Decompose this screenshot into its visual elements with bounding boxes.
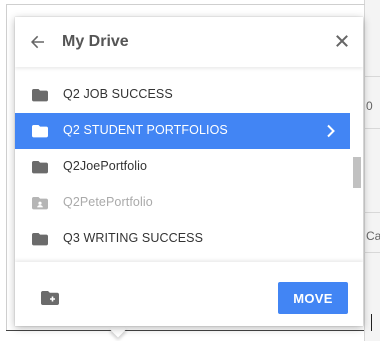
close-icon	[336, 35, 348, 47]
new-folder-icon	[41, 291, 59, 305]
folder-row-q2-job-success[interactable]: Q2 JOB SUCCESS	[15, 77, 350, 113]
folder-label: Q2 JOB SUCCESS	[63, 87, 173, 101]
page: 0 Ca My Drive Q2 JOB SUCCESS Q2 STUDENT …	[0, 0, 380, 341]
folder-label: Q2PetePortfolio	[63, 195, 153, 209]
text-cursor	[371, 314, 372, 331]
chevron-right-icon[interactable]	[324, 123, 338, 139]
move-to-dialog: My Drive Q2 JOB SUCCESS Q2 STUDENT PORTF…	[15, 17, 363, 326]
folder-label: Q2 STUDENT PORTFOLIOS	[63, 123, 228, 137]
folder-label: Q3 WRITING SUCCESS	[63, 231, 204, 245]
folder-row-q2peteportfolio: Q2PetePortfolio	[15, 185, 350, 221]
dialog-header: My Drive	[15, 17, 363, 67]
background-row-line	[364, 128, 380, 129]
list-scrollbar-thumb[interactable]	[353, 157, 361, 188]
arrow-left-icon	[31, 35, 44, 49]
background-row-line	[364, 212, 380, 213]
shared-folder-icon	[32, 197, 48, 210]
background-row-line	[364, 76, 380, 77]
folder-row-q2-student-portfolios[interactable]: Q2 STUDENT PORTFOLIOS	[15, 113, 350, 149]
frame-bottom-line	[6, 330, 364, 331]
dialog-footer: MOVE	[15, 262, 363, 326]
dialog-title: My Drive	[62, 33, 129, 50]
folder-label: Q2JoePortfolio	[63, 159, 148, 173]
close-button[interactable]	[333, 32, 351, 50]
folder-icon	[32, 161, 48, 174]
background-text-fragment: Ca	[366, 229, 380, 243]
frame-top-line	[6, 4, 365, 5]
new-folder-button[interactable]	[41, 290, 59, 306]
folder-row-q3-writing-success[interactable]: Q3 WRITING SUCCESS	[15, 221, 350, 257]
background-text-fragment: 0	[366, 99, 373, 113]
folder-icon	[32, 233, 48, 246]
move-button[interactable]: MOVE	[278, 282, 348, 314]
background-page-edge	[364, 0, 380, 341]
folder-list: Q2 JOB SUCCESS Q2 STUDENT PORTFOLIOS Q2J…	[15, 77, 363, 262]
folder-row-q2joeportfolio[interactable]: Q2JoePortfolio	[15, 149, 350, 185]
folder-icon	[32, 125, 48, 138]
folder-icon	[32, 89, 48, 102]
back-button[interactable]	[29, 33, 47, 51]
frame-left-line	[6, 4, 7, 330]
background-row-line	[364, 252, 380, 253]
